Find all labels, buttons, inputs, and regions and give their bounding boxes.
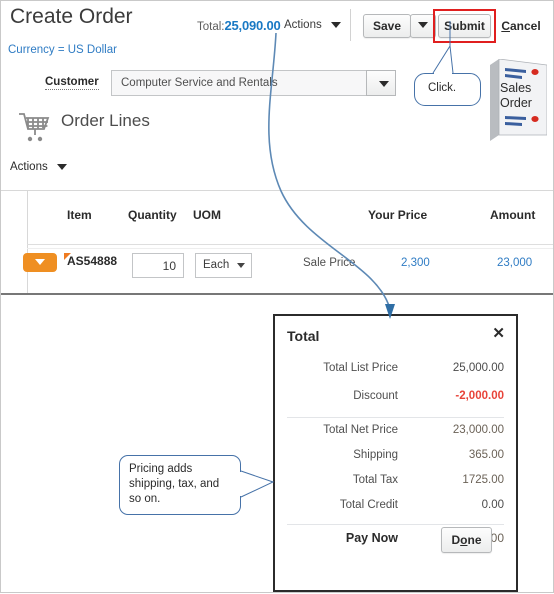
- callout-pricing: Pricing adds shipping, tax, and so on.: [119, 455, 241, 515]
- callout-pricing-text: Pricing adds shipping, tax, and so on.: [129, 462, 219, 507]
- total-line-tax: Total Tax 1725.00: [275, 474, 520, 499]
- column-header-your-price[interactable]: Your Price: [368, 208, 427, 222]
- column-header-quantity[interactable]: Quantity: [128, 208, 177, 222]
- order-form-area: Create Order Total:25,090.00 Actions Sav…: [1, 1, 553, 295]
- total-line-value: -2,000.00: [455, 390, 504, 402]
- close-icon[interactable]: ✕: [492, 326, 505, 341]
- header-actions-label: Actions: [284, 19, 322, 31]
- total-line-value: 0.00: [481, 499, 504, 511]
- callout-pricing-tail: [240, 470, 275, 498]
- total-line-label: Shipping: [353, 449, 398, 461]
- chevron-down-icon: [56, 163, 67, 170]
- total-line-discount: Discount -2,000.00: [275, 390, 520, 415]
- column-header-item[interactable]: Item: [67, 208, 92, 222]
- chevron-down-icon: [237, 263, 245, 268]
- quantity-value: 10: [162, 259, 176, 273]
- row-expand-dropdown-button[interactable]: [23, 253, 57, 272]
- save-button[interactable]: Save: [363, 14, 411, 38]
- customer-label: Customer: [45, 76, 99, 90]
- total-line-value: 1725.00: [462, 474, 504, 486]
- total-line-value: 25,000.00: [452, 362, 504, 374]
- chevron-down-icon: [35, 259, 45, 265]
- shopping-cart-icon: [19, 113, 50, 142]
- total-line-label: Pay Now: [345, 531, 398, 545]
- row-amount[interactable]: 23,000: [497, 257, 532, 269]
- customer-value: Computer Service and Rentals: [121, 77, 278, 89]
- section-title-order-lines: Order Lines: [61, 111, 150, 130]
- sales-order-graphic-text: Sales Order: [500, 81, 532, 111]
- total-line-net-price: Total Net Price 23,000.00: [275, 424, 520, 449]
- customer-input[interactable]: Computer Service and Rentals: [111, 70, 396, 96]
- column-header-amount[interactable]: Amount: [490, 208, 535, 222]
- row-price-type: Sale Price: [303, 257, 356, 269]
- sales-order-line1: Sales: [500, 81, 532, 95]
- order-lines-actions-menu[interactable]: Actions: [10, 161, 67, 173]
- total-line-list-price: Total List Price 25,000.00: [275, 362, 520, 387]
- total-panel-divider: [287, 417, 504, 418]
- screenshot-root: Create Order Total:25,090.00 Actions Sav…: [0, 0, 554, 593]
- order-total-label: Total:: [197, 21, 225, 33]
- grid-left-border-header: [27, 190, 28, 245]
- callout-pricing-line1: Pricing adds: [129, 463, 193, 475]
- done-accesskey: o: [460, 533, 468, 547]
- order-total-value[interactable]: 25,090.00: [225, 18, 281, 33]
- order-lines-actions-label: Actions: [10, 161, 48, 173]
- total-line-value: 23,000.00: [452, 424, 504, 436]
- grid-bottom-border: [1, 293, 553, 295]
- callout-click: Click.: [414, 73, 481, 106]
- total-line-label: Discount: [353, 390, 398, 402]
- callout-pricing-line2: shipping, tax, and: [129, 478, 220, 490]
- cancel-button[interactable]: Cancel: [495, 14, 547, 38]
- total-panel-title: Total: [287, 328, 320, 344]
- header-actions-menu[interactable]: Actions: [284, 19, 341, 31]
- grid-header-separator: [27, 244, 553, 245]
- sales-order-graphic: Sales Order: [490, 58, 548, 141]
- uom-select[interactable]: Each: [195, 253, 252, 278]
- total-popup-panel: Total ✕ Total List Price 25,000.00 Disco…: [273, 314, 518, 592]
- total-line-label: Total Credit: [339, 499, 398, 511]
- callout-pricing-line3: so on.: [129, 493, 161, 505]
- submit-highlight-box: [433, 9, 496, 43]
- total-line-label: Total List Price: [323, 362, 398, 374]
- total-line-label: Total Tax: [352, 474, 398, 486]
- grid-top-border: [1, 190, 553, 191]
- column-header-uom[interactable]: UOM: [193, 208, 221, 222]
- chevron-down-icon: [379, 80, 389, 87]
- customer-dropdown-button[interactable]: [366, 70, 396, 96]
- row-your-price[interactable]: 2,300: [401, 257, 430, 269]
- grid-row-separator: [27, 248, 553, 249]
- total-line-shipping: Shipping 365.00: [275, 449, 520, 474]
- quantity-input[interactable]: 10: [132, 253, 184, 278]
- sales-order-line2: Order: [500, 96, 532, 110]
- toolbar-divider: [350, 9, 351, 41]
- total-line-label: Total Net Price: [323, 424, 398, 436]
- order-total-summary: Total:25,090.00: [197, 18, 281, 33]
- uom-value: Each: [203, 259, 230, 271]
- cancel-accesskey: C: [501, 19, 510, 33]
- total-line-credit: Total Credit 0.00: [275, 499, 520, 524]
- page-title: Create Order: [10, 5, 133, 28]
- done-button[interactable]: Done: [441, 527, 492, 553]
- total-line-value: 365.00: [468, 449, 504, 461]
- total-panel-divider: [287, 524, 504, 525]
- chevron-down-icon: [330, 21, 341, 28]
- currency-text: Currency = US Dollar: [8, 44, 117, 56]
- chevron-down-icon: [418, 21, 428, 28]
- callout-click-text: Click.: [428, 82, 457, 94]
- row-item-code[interactable]: AS54888: [67, 254, 117, 268]
